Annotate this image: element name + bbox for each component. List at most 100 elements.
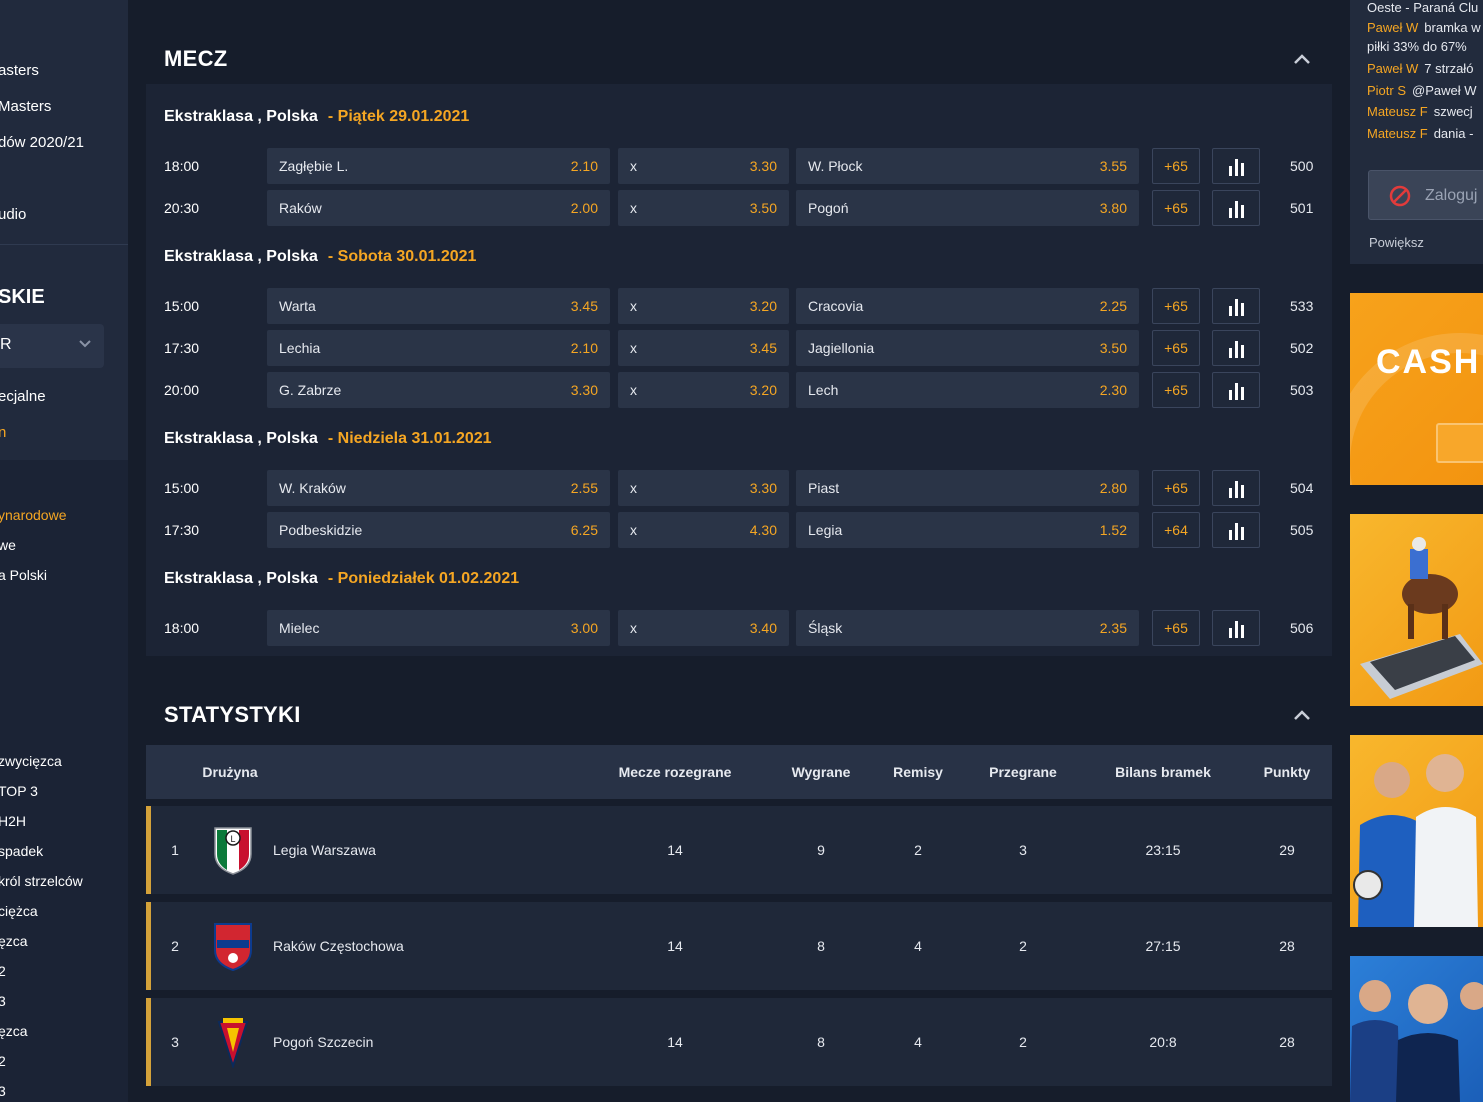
odd-draw[interactable]: x 3.30 xyxy=(618,470,789,506)
match-id: 505 xyxy=(1290,522,1314,538)
sidebar-item[interactable]: Masters xyxy=(0,98,51,115)
more-markets-button[interactable]: +65 xyxy=(1152,330,1200,366)
team-name: Pogoń Szczecin xyxy=(273,1034,374,1050)
odd-away[interactable]: Jagiellonia 3.50 xyxy=(796,330,1139,366)
sidebar-market[interactable]: ęzca xyxy=(0,933,28,949)
sidebar-market[interactable]: król strzelców xyxy=(0,873,83,889)
sidebar-market[interactable]: ciężca xyxy=(0,903,38,919)
sidebar-market[interactable]: TOP 3 xyxy=(0,783,38,799)
ad-banner-team[interactable] xyxy=(1350,956,1483,1102)
login-button[interactable]: Zaloguj xyxy=(1368,170,1483,220)
ad-banner-cash[interactable]: CASH xyxy=(1350,293,1483,485)
odd-away[interactable]: Lech 2.30 xyxy=(796,372,1139,408)
chat-user[interactable]: Paweł W xyxy=(1367,20,1418,35)
match-row: 18:00 Zagłębie L. 2.10 x 3.30 W. Płock 3… xyxy=(146,148,1332,184)
odd-away[interactable]: Pogoń 3.80 xyxy=(796,190,1139,226)
stats-button[interactable] xyxy=(1212,288,1260,324)
zoom-link[interactable]: Powiększ xyxy=(1369,235,1424,250)
sidebar-link[interactable]: ynarodowe xyxy=(0,507,67,523)
odd-draw[interactable]: x 3.20 xyxy=(618,288,789,324)
bar-chart-icon xyxy=(1229,341,1244,358)
stats-button[interactable] xyxy=(1212,512,1260,548)
odd-home[interactable]: Podbeskidzie 6.25 xyxy=(267,512,610,548)
ad-banner-horse[interactable] xyxy=(1350,514,1483,706)
more-markets-button[interactable]: +65 xyxy=(1152,190,1200,226)
odd-draw[interactable]: x 4.30 xyxy=(618,512,789,548)
sidebar-market[interactable]: H2H xyxy=(0,813,26,829)
chat-user[interactable]: Piotr S xyxy=(1367,83,1406,98)
chat-user[interactable]: Paweł W xyxy=(1367,61,1418,76)
odd-away[interactable]: Śląsk 2.35 xyxy=(796,610,1139,646)
more-markets-button[interactable]: +65 xyxy=(1152,610,1200,646)
stats-button[interactable] xyxy=(1212,470,1260,506)
chat-user[interactable]: Mateusz F xyxy=(1367,126,1428,141)
stats-button[interactable] xyxy=(1212,330,1260,366)
away-team: Cracovia xyxy=(808,298,864,314)
table-row[interactable]: 3 Pogoń Szczecin 14 8 4 2 20:8 28 xyxy=(146,998,1332,1086)
bar-chart-icon xyxy=(1229,481,1244,498)
odd-draw-value: 4.30 xyxy=(749,522,777,538)
odd-home[interactable]: W. Kraków 2.55 xyxy=(267,470,610,506)
table-row[interactable]: 2 Raków Częstochowa 14 8 4 2 27:15 28 xyxy=(146,902,1332,990)
bar-chart-icon xyxy=(1229,383,1244,400)
more-markets-button[interactable]: +65 xyxy=(1152,372,1200,408)
ad-button[interactable] xyxy=(1436,423,1483,463)
draw-label: x xyxy=(630,340,637,356)
chat-user[interactable]: Mateusz F xyxy=(1367,104,1428,119)
sidebar-market[interactable]: ęzca xyxy=(0,1023,28,1039)
ad-cash-text: CASH xyxy=(1376,343,1481,381)
stats-button[interactable] xyxy=(1212,610,1260,646)
match-date: - Sobota 30.01.2021 xyxy=(327,248,477,265)
away-team: Jagiellonia xyxy=(808,340,875,356)
odd-away[interactable]: Cracovia 2.25 xyxy=(796,288,1139,324)
odd-away[interactable]: W. Płock 3.55 xyxy=(796,148,1139,184)
stats-button[interactable] xyxy=(1212,148,1260,184)
chevron-up-icon[interactable] xyxy=(1292,52,1312,66)
odd-home-value: 3.45 xyxy=(570,298,598,314)
odd-home[interactable]: G. Zabrze 3.30 xyxy=(267,372,610,408)
sidebar-market[interactable]: 3 xyxy=(0,1083,6,1099)
match-time: 18:00 xyxy=(164,620,200,636)
more-markets-button[interactable]: +65 xyxy=(1152,470,1200,506)
chevron-up-icon[interactable] xyxy=(1292,708,1312,722)
odd-draw[interactable]: x 3.50 xyxy=(618,190,789,226)
match-time: 18:00 xyxy=(164,158,200,174)
stats-button[interactable] xyxy=(1212,190,1260,226)
match-row: 15:00 W. Kraków 2.55 x 3.30 Piast 2.80 +… xyxy=(146,470,1332,506)
goal-balance: 27:15 xyxy=(1145,938,1181,954)
sidebar-item[interactable]: asters xyxy=(0,62,39,79)
stats-button[interactable] xyxy=(1212,372,1260,408)
ad-banner-players[interactable] xyxy=(1350,735,1483,927)
sidebar-item[interactable]: dów 2020/21 xyxy=(0,134,84,151)
sidebar-market[interactable]: spadek xyxy=(0,843,43,859)
sidebar-market[interactable]: 3 xyxy=(0,993,6,1009)
legia-crest-icon: L xyxy=(214,827,252,875)
odd-home[interactable]: Lechia 2.10 xyxy=(267,330,610,366)
odd-draw[interactable]: x 3.45 xyxy=(618,330,789,366)
odd-home[interactable]: Mielec 3.00 xyxy=(267,610,610,646)
sidebar-link[interactable]: we xyxy=(0,537,16,553)
sidebar-market[interactable]: 2 xyxy=(0,1053,6,1069)
odd-home[interactable]: Zagłębie L. 2.10 xyxy=(267,148,610,184)
odd-home[interactable]: Warta 3.45 xyxy=(267,288,610,324)
away-team: Legia xyxy=(808,522,843,538)
odd-away[interactable]: Piast 2.80 xyxy=(796,470,1139,506)
table-row[interactable]: 1 L Legia Warszawa 14 9 2 3 23:15 29 xyxy=(146,806,1332,894)
odd-draw[interactable]: x 3.20 xyxy=(618,372,789,408)
sidebar-market[interactable]: zwycięzca xyxy=(0,753,62,769)
sidebar-link[interactable]: a Polski xyxy=(0,567,47,583)
sidebar-market[interactable]: 2 xyxy=(0,963,6,979)
odd-draw[interactable]: x 3.30 xyxy=(618,148,789,184)
odd-home[interactable]: Raków 2.00 xyxy=(267,190,610,226)
more-markets-button[interactable]: +65 xyxy=(1152,288,1200,324)
sidebar-item[interactable]: udio xyxy=(0,206,26,223)
chat-message: Paweł W bramka w xyxy=(1367,20,1481,35)
sidebar-select[interactable]: R xyxy=(0,324,104,368)
odd-away[interactable]: Legia 1.52 xyxy=(796,512,1139,548)
more-markets-button[interactable]: +65 xyxy=(1152,148,1200,184)
odd-draw[interactable]: x 3.40 xyxy=(618,610,789,646)
prohibited-icon xyxy=(1389,185,1411,207)
sidebar-item-specials[interactable]: ecjalne xyxy=(0,388,46,405)
more-markets-button[interactable]: +64 xyxy=(1152,512,1200,548)
sidebar-item-specials-active[interactable]: n xyxy=(0,424,6,441)
